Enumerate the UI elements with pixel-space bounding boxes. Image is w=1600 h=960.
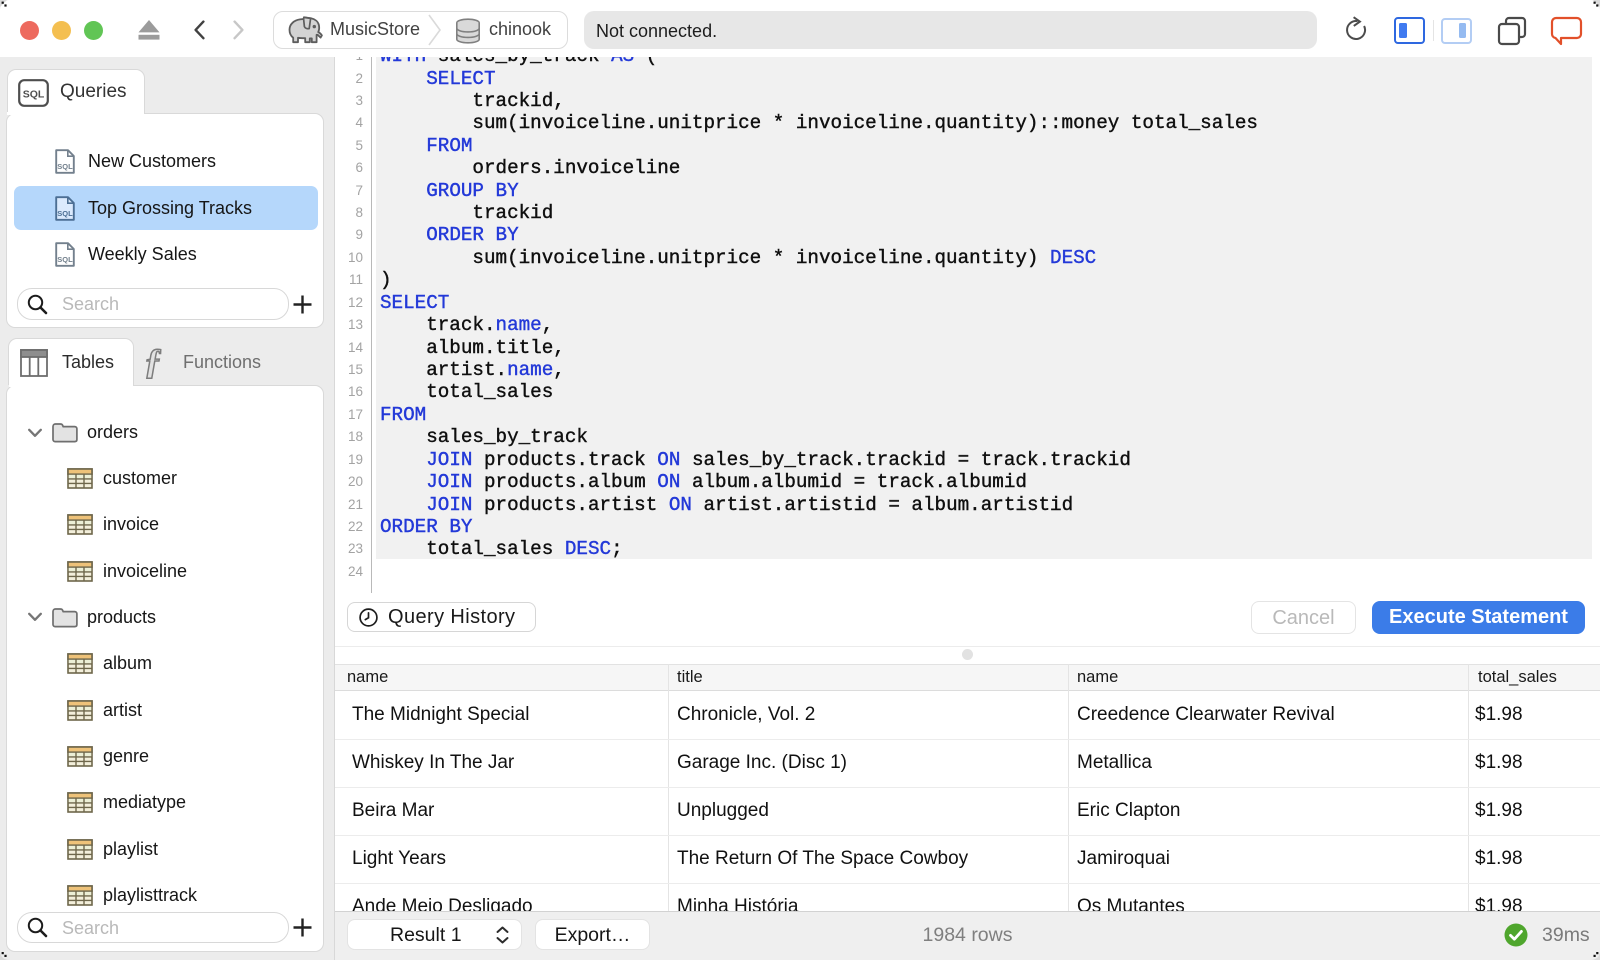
svg-text:SQL: SQL — [57, 162, 73, 171]
svg-text:SQL: SQL — [57, 209, 73, 218]
svg-text:SQL: SQL — [23, 89, 45, 101]
svg-text:SQL: SQL — [57, 255, 73, 264]
svg-text:ƒ: ƒ — [144, 342, 162, 381]
